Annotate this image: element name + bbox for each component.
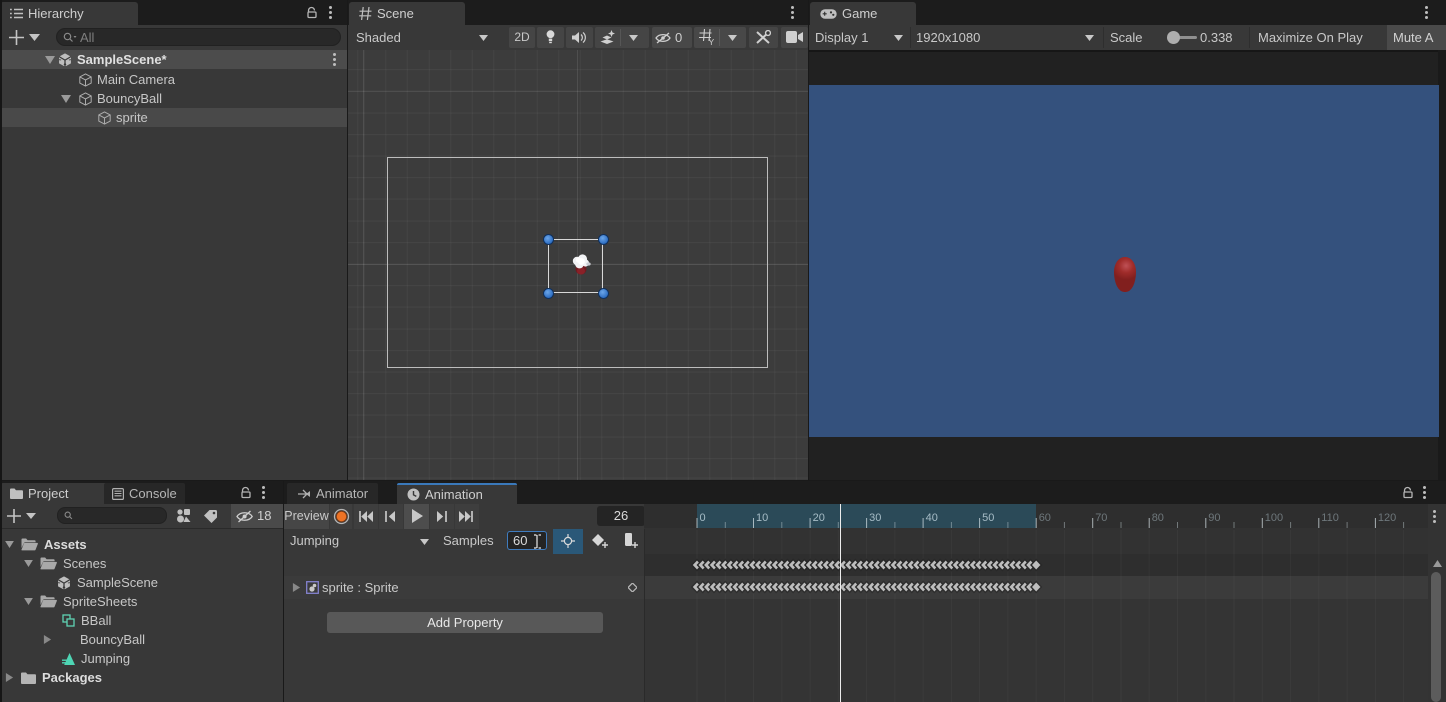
svg-text:20: 20 <box>813 512 825 524</box>
svg-text:10: 10 <box>756 512 768 524</box>
svg-text:0: 0 <box>700 512 706 524</box>
svg-text:120: 120 <box>1378 512 1396 524</box>
svg-text:90: 90 <box>1208 512 1220 524</box>
svg-text:40: 40 <box>926 512 938 524</box>
svg-text:30: 30 <box>869 512 881 524</box>
svg-text:Y: Y <box>709 37 715 46</box>
svg-text:110: 110 <box>1321 512 1339 524</box>
svg-text:100: 100 <box>1265 512 1283 524</box>
svg-text:70: 70 <box>1095 512 1107 524</box>
svg-text:80: 80 <box>1152 512 1164 524</box>
svg-text:60: 60 <box>1039 512 1051 524</box>
svg-text:50: 50 <box>982 512 994 524</box>
